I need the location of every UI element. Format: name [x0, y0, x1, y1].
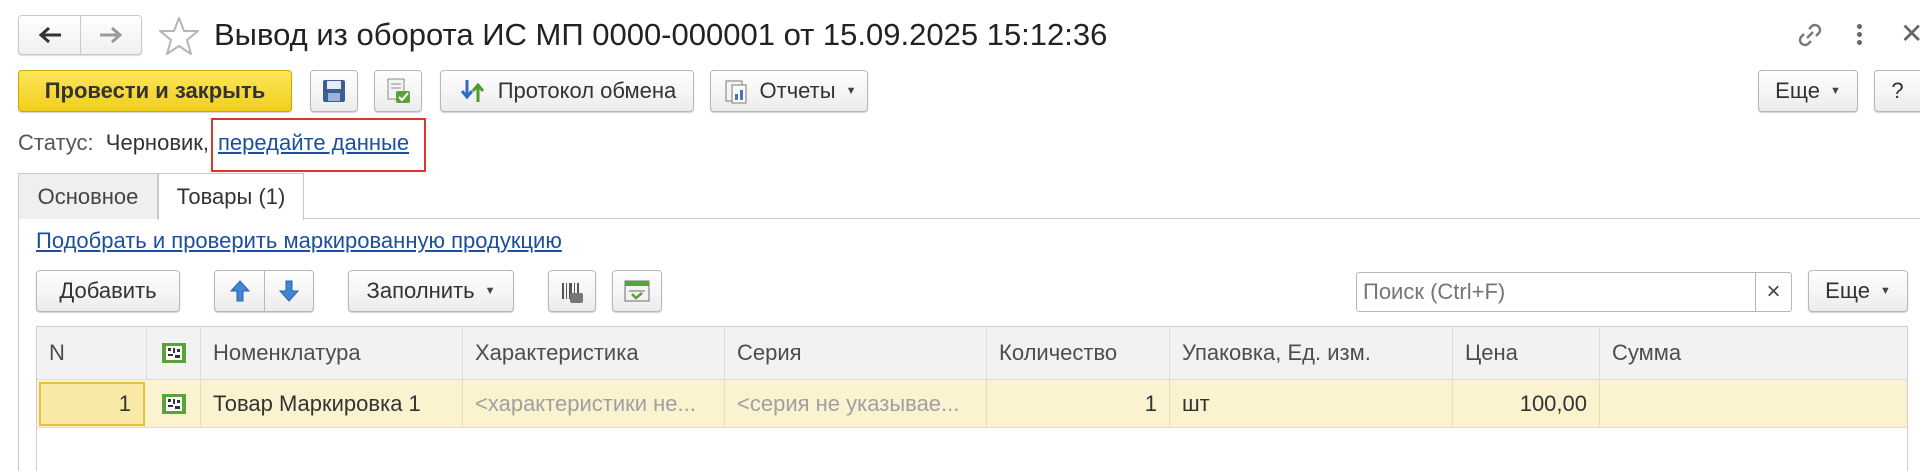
- move-up-button[interactable]: [215, 271, 265, 311]
- chevron-down-icon: ▼: [1879, 285, 1891, 297]
- check-marks-icon: [624, 280, 650, 302]
- chevron-down-icon: ▼: [484, 285, 496, 297]
- back-button[interactable]: [19, 16, 81, 54]
- exchange-arrows-icon: [460, 80, 484, 102]
- cell-sum[interactable]: [1600, 380, 1907, 428]
- status-label: Статус:: [18, 130, 94, 155]
- column-header-quantity[interactable]: Количество: [987, 326, 1170, 380]
- column-header-unit[interactable]: Упаковка, Ед. изм.: [1170, 326, 1453, 380]
- nav-buttons-group: [18, 15, 142, 55]
- scan-barcode-button[interactable]: [548, 270, 596, 312]
- post-document-button[interactable]: [374, 70, 422, 112]
- tab-panel-border: [18, 219, 19, 471]
- check-codes-button[interactable]: [612, 270, 662, 312]
- post-and-close-label: Провести и закрыть: [44, 78, 266, 103]
- tab-goods[interactable]: Товары (1): [158, 173, 304, 220]
- cell-quantity[interactable]: 1: [987, 380, 1170, 428]
- search-box: ×: [1356, 272, 1792, 312]
- cell-mark: [147, 380, 201, 428]
- cell-n[interactable]: 1: [39, 382, 145, 426]
- cell-nomenclature[interactable]: Товар Маркировка 1: [201, 380, 463, 428]
- pick-check-marked-link[interactable]: Подобрать и проверить маркированную прод…: [36, 226, 562, 256]
- status-value: Черновик,: [105, 130, 210, 155]
- cell-series[interactable]: <серия не указывае...: [725, 380, 987, 428]
- cell-unit[interactable]: шт: [1170, 380, 1453, 428]
- move-buttons-group: [214, 270, 314, 312]
- row-n-value: 1: [118, 391, 131, 416]
- column-header-mark[interactable]: [147, 326, 201, 380]
- search-clear-button[interactable]: ×: [1755, 273, 1791, 311]
- goods-more-label: Еще: [1825, 278, 1870, 303]
- marking-code-icon: [161, 343, 186, 363]
- clear-icon: ×: [1766, 278, 1781, 305]
- tab-main[interactable]: Основное: [18, 173, 158, 219]
- arrow-right-icon: [100, 26, 123, 44]
- arrow-down-icon: [278, 280, 300, 302]
- close-icon[interactable]: ✕: [1900, 17, 1920, 51]
- goods-more-button[interactable]: Еще ▼: [1808, 270, 1908, 312]
- post-and-close-button[interactable]: Провести и закрыть: [18, 70, 292, 112]
- barcode-scanner-icon: [562, 283, 583, 303]
- help-button[interactable]: ?: [1874, 70, 1920, 112]
- column-header-nomenclature[interactable]: Номенклатура: [201, 326, 463, 380]
- post-document-icon: [387, 78, 410, 103]
- chevron-down-icon: ▼: [845, 85, 857, 97]
- tab-goods-label: Товары (1): [176, 184, 286, 209]
- report-icon: [725, 80, 747, 104]
- fill-button[interactable]: Заполнить ▼: [348, 270, 514, 312]
- more-actions-icon[interactable]: [1850, 20, 1870, 50]
- add-button[interactable]: Добавить: [36, 270, 180, 312]
- more-button[interactable]: Еще ▼: [1758, 70, 1858, 112]
- reports-button[interactable]: Отчеты ▼: [710, 70, 868, 112]
- status-line: Статус: Черновик,: [18, 128, 209, 158]
- column-header-sum[interactable]: Сумма: [1600, 326, 1907, 380]
- help-label: ?: [1891, 78, 1904, 103]
- window-title: Вывод из оборота ИС МП 0000-000001 от 15…: [214, 17, 1108, 52]
- arrow-left-icon: [38, 26, 61, 44]
- cell-price[interactable]: 100,00: [1453, 380, 1600, 428]
- marking-code-icon: [161, 394, 186, 414]
- fill-label: Заполнить: [366, 278, 475, 303]
- move-down-button[interactable]: [265, 271, 313, 311]
- chevron-down-icon: ▼: [1829, 85, 1841, 97]
- save-button[interactable]: [310, 70, 358, 112]
- add-label: Добавить: [59, 278, 157, 303]
- cell-characteristic[interactable]: <характеристики не...: [463, 380, 725, 428]
- exchange-protocol-button[interactable]: Протокол обмена: [440, 70, 694, 112]
- column-header-series[interactable]: Серия: [725, 326, 987, 380]
- floppy-disk-icon: [323, 80, 345, 102]
- arrow-up-icon: [229, 280, 250, 302]
- forward-button[interactable]: [81, 16, 141, 54]
- exchange-protocol-label: Протокол обмена: [497, 78, 677, 103]
- column-header-n[interactable]: N: [37, 326, 147, 380]
- reports-label: Отчеты: [759, 78, 836, 103]
- search-input[interactable]: [1357, 273, 1753, 311]
- column-header-characteristic[interactable]: Характеристика: [463, 326, 725, 380]
- more-label: Еще: [1775, 78, 1820, 103]
- tab-main-label: Основное: [37, 183, 139, 209]
- column-header-price[interactable]: Цена: [1453, 326, 1600, 380]
- star-favorite-icon[interactable]: [158, 15, 200, 57]
- link-icon[interactable]: [1795, 20, 1825, 50]
- transfer-data-link[interactable]: передайте данные: [218, 128, 409, 158]
